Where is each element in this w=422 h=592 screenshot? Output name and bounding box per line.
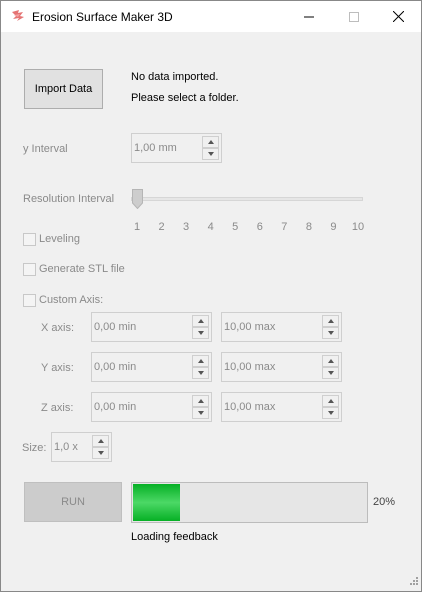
resolution-slider-track[interactable]: [131, 197, 363, 201]
y-interval-value: 1,00 mm: [134, 142, 177, 154]
z-axis-min-up-button[interactable]: [192, 395, 209, 407]
arrow-down-icon: [197, 411, 204, 415]
import-data-button[interactable]: Import Data: [24, 69, 103, 109]
app-logo-icon: [10, 8, 26, 24]
x-axis-max-spinbox[interactable]: 10,00 max: [221, 312, 342, 342]
arrow-up-icon: [207, 140, 214, 144]
size-down-button[interactable]: [92, 447, 109, 459]
import-status-line1: No data imported.: [131, 71, 219, 83]
run-button[interactable]: RUN: [24, 482, 122, 522]
progress-bar: [131, 482, 368, 523]
y-axis-min-down-button[interactable]: [192, 367, 209, 379]
y-axis-min-up-button[interactable]: [192, 355, 209, 367]
x-axis-label: X axis:: [41, 322, 75, 334]
generate-stl-checkbox[interactable]: [23, 263, 36, 276]
minimize-icon: [303, 12, 314, 22]
x-axis-min-spinbox[interactable]: 0,00 min: [91, 312, 212, 342]
resolution-tick-3: 3: [183, 221, 190, 233]
minimize-button[interactable]: [286, 1, 331, 32]
z-axis-min-spinbox[interactable]: 0,00 min: [91, 392, 212, 422]
x-axis-max-value: 10,00 max: [224, 321, 276, 333]
close-button[interactable]: [376, 1, 421, 32]
y-axis-max-down-button[interactable]: [322, 367, 339, 379]
loading-feedback-text: Loading feedback: [131, 531, 218, 543]
custom-axis-label: Custom Axis:: [39, 294, 104, 306]
x-axis-min-up-button[interactable]: [192, 315, 209, 327]
size-value: 1,0 x: [54, 441, 78, 453]
arrow-down-icon: [327, 371, 334, 375]
close-icon: [393, 11, 404, 22]
arrow-down-icon: [207, 152, 214, 156]
y-axis-max-spinbox[interactable]: 10,00 max: [221, 352, 342, 382]
y-axis-min-value: 0,00 min: [94, 361, 137, 373]
z-axis-max-down-button[interactable]: [322, 407, 339, 419]
resolution-interval-label: Resolution Interval: [23, 193, 115, 205]
y-interval-up-button[interactable]: [202, 136, 219, 148]
maximize-icon: [348, 11, 359, 22]
resolution-slider-thumb[interactable]: [132, 189, 143, 212]
arrow-down-icon: [197, 371, 204, 375]
main-window: Erosion Surface Maker 3D Import Data No …: [0, 0, 422, 592]
y-axis-min-spinbox[interactable]: 0,00 min: [91, 352, 212, 382]
resolution-tick-1: 1: [133, 221, 141, 233]
x-axis-max-up-button[interactable]: [322, 315, 339, 327]
progress-bar-fill: [133, 484, 180, 521]
resize-grip-icon[interactable]: [408, 575, 418, 588]
arrow-down-icon: [197, 331, 204, 335]
leveling-label: Leveling: [39, 233, 80, 245]
title-bar[interactable]: Erosion Surface Maker 3D: [1, 1, 421, 32]
arrow-up-icon: [327, 319, 334, 323]
size-up-button[interactable]: [92, 435, 109, 447]
z-axis-min-value: 0,00 min: [94, 401, 137, 413]
size-spinbox[interactable]: 1,0 x: [51, 432, 112, 462]
resolution-tick-10: 10: [351, 221, 365, 233]
y-interval-down-button[interactable]: [202, 148, 219, 160]
maximize-button[interactable]: [331, 1, 376, 32]
progress-percent-text: 20%: [373, 496, 396, 508]
x-axis-max-down-button[interactable]: [322, 327, 339, 339]
y-axis-max-value: 10,00 max: [224, 361, 276, 373]
arrow-up-icon: [197, 399, 204, 403]
import-status-line2: Please select a folder.: [131, 92, 239, 104]
y-interval-spinbox[interactable]: 1,00 mm: [131, 133, 222, 163]
z-axis-max-value: 10,00 max: [224, 401, 276, 413]
window-title: Erosion Surface Maker 3D: [32, 10, 173, 24]
generate-stl-label: Generate STL file: [39, 263, 125, 275]
arrow-up-icon: [97, 439, 104, 443]
z-axis-max-up-button[interactable]: [322, 395, 339, 407]
arrow-down-icon: [327, 411, 334, 415]
resolution-tick-8: 8: [305, 221, 312, 233]
arrow-up-icon: [327, 359, 334, 363]
arrow-down-icon: [327, 331, 334, 335]
resolution-tick-4: 4: [207, 221, 214, 233]
custom-axis-checkbox[interactable]: [23, 294, 36, 307]
z-axis-label: Z axis:: [41, 402, 74, 414]
arrow-up-icon: [197, 359, 204, 363]
arrow-up-icon: [327, 399, 334, 403]
y-axis-max-up-button[interactable]: [322, 355, 339, 367]
leveling-checkbox[interactable]: [23, 233, 36, 246]
resolution-tick-2: 2: [158, 221, 165, 233]
arrow-down-icon: [97, 451, 104, 455]
resolution-tick-7: 7: [281, 221, 288, 233]
resolution-tick-5: 5: [232, 221, 239, 233]
z-axis-min-down-button[interactable]: [192, 407, 209, 419]
x-axis-min-down-button[interactable]: [192, 327, 209, 339]
y-interval-label: y Interval: [23, 143, 68, 155]
z-axis-max-spinbox[interactable]: 10,00 max: [221, 392, 342, 422]
resolution-tick-6: 6: [256, 221, 263, 233]
x-axis-min-value: 0,00 min: [94, 321, 137, 333]
size-label: Size:: [22, 442, 47, 454]
resolution-tick-9: 9: [330, 221, 337, 233]
arrow-up-icon: [197, 319, 204, 323]
y-axis-label: Y axis:: [41, 362, 74, 374]
